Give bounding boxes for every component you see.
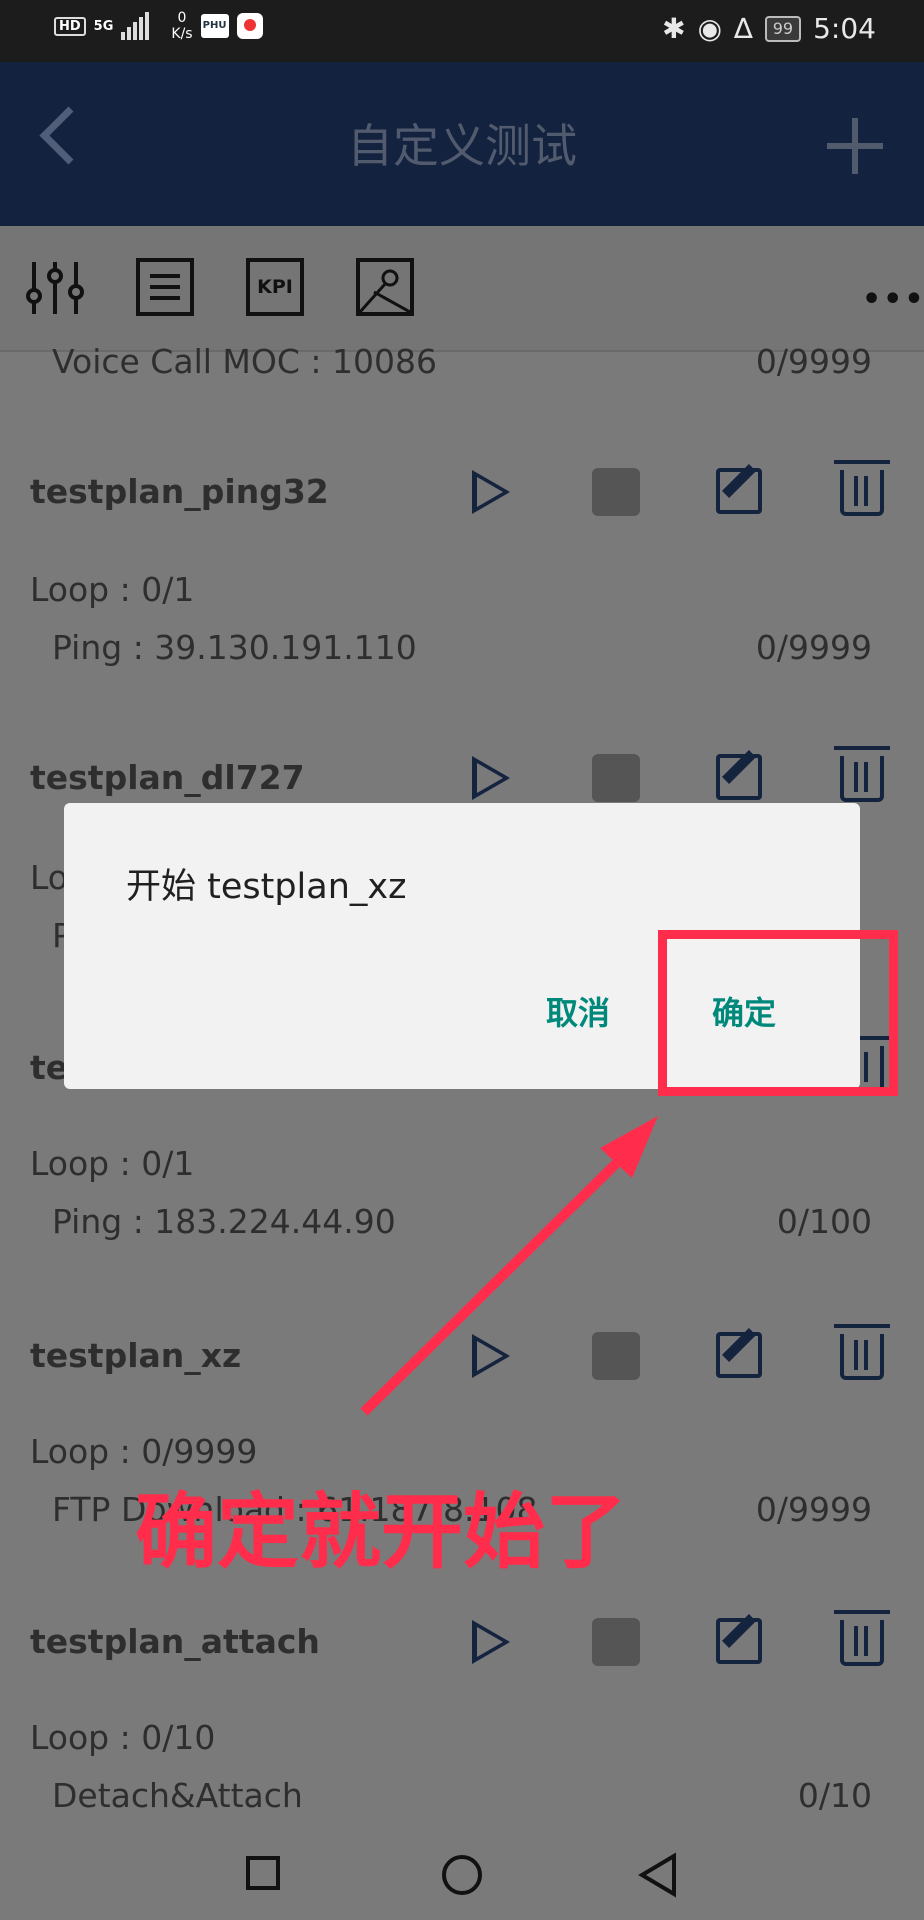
signal-icon <box>121 12 150 40</box>
delete-icon[interactable] <box>834 460 890 516</box>
plan-name: testplan_dl727 <box>30 758 305 797</box>
plan-count: 0/100 <box>776 1202 872 1241</box>
edit-icon[interactable] <box>716 1332 762 1378</box>
stop-icon[interactable] <box>592 754 640 802</box>
delete-icon[interactable] <box>834 746 890 802</box>
kpi-icon[interactable]: KPI <box>246 258 304 316</box>
home-icon[interactable] <box>442 1855 482 1895</box>
map-icon[interactable] <box>356 258 414 316</box>
delete-icon[interactable] <box>834 1324 890 1380</box>
plan-loop: Loop : 0/10 <box>30 1718 216 1757</box>
plan-detail: Ping : 39.130.191.110 <box>52 628 417 667</box>
network-speed: 0 K/s <box>171 10 193 42</box>
annotation-arrow <box>360 1116 658 1416</box>
plan-name: testplan_xz <box>30 1336 242 1375</box>
dialog-title: 开始 testplan_xz <box>126 867 407 907</box>
highlight-box <box>658 930 898 1096</box>
stop-icon[interactable] <box>592 1618 640 1666</box>
plan-count: 0/10 <box>797 1776 872 1815</box>
page-title: 自定义测试 <box>347 119 577 173</box>
play-icon[interactable] <box>472 1620 510 1664</box>
add-plan-icon-bar[interactable] <box>827 143 883 149</box>
bluetooth-icon: ✱ <box>662 12 686 45</box>
phu-app-icon: PHU <box>200 14 229 38</box>
location-app-icon <box>236 13 263 39</box>
mute-bell-icon: ∆ <box>734 12 753 45</box>
play-icon[interactable] <box>472 756 510 800</box>
annotation-text: 确定就开始了 <box>135 1485 628 1580</box>
cancel-button[interactable]: 取消 <box>546 988 610 1034</box>
back-nav-icon[interactable] <box>636 1852 678 1898</box>
location-icon: ◉ <box>697 12 723 45</box>
plan-name: testplan_attach <box>30 1622 320 1661</box>
plan-name: te <box>30 1048 69 1087</box>
plan-name: testplan_ping32 <box>30 472 329 511</box>
hd-indicator: HD <box>54 16 86 36</box>
delete-icon[interactable] <box>834 1610 890 1666</box>
filter-sliders-icon[interactable] <box>26 258 84 316</box>
edit-icon[interactable] <box>716 754 762 800</box>
clock: 5:04 <box>813 12 876 45</box>
battery-icon: 99 <box>764 15 802 42</box>
more-options-icon[interactable]: ••• <box>862 282 924 317</box>
plan-count: 0/9999 <box>755 628 872 667</box>
plan-count: 0/9999 <box>755 1490 872 1529</box>
stop-icon[interactable] <box>592 468 640 516</box>
plan-loop: Loop : 0/1 <box>30 1144 195 1183</box>
edit-icon[interactable] <box>716 468 762 514</box>
network-type: 5G <box>93 18 114 34</box>
plan-loop: Lo <box>30 858 68 897</box>
status-bar: HD 5G 0 K/s PHU ✱ ◉ ∆ 99 5:04 <box>0 0 924 62</box>
play-icon[interactable] <box>472 470 510 514</box>
plan-loop: Loop : 0/1 <box>30 570 195 609</box>
top-row-count: 0/9999 <box>755 342 872 381</box>
recent-apps-icon[interactable] <box>246 1856 280 1890</box>
edit-icon[interactable] <box>716 1618 762 1664</box>
plan-detail: Detach&Attach <box>52 1776 303 1815</box>
top-row-label: Voice Call MOC : 10086 <box>52 342 437 381</box>
list-icon[interactable] <box>136 258 194 316</box>
